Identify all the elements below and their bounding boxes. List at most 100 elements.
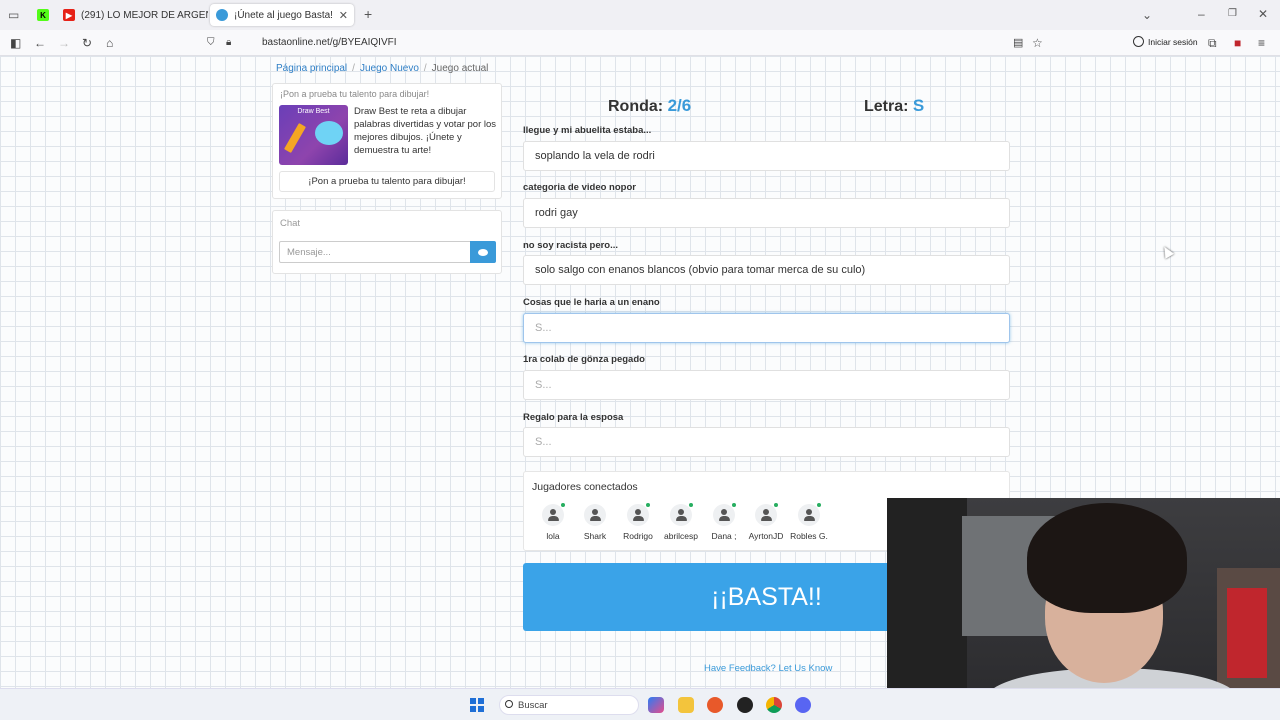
online-dot (561, 503, 565, 507)
player-item[interactable]: Shark (574, 504, 616, 541)
webcam-background (887, 498, 967, 720)
answer-input[interactable]: S... (523, 427, 1010, 457)
reader-view-icon[interactable]: ▤ (1013, 36, 1023, 50)
url-bar[interactable]: bastaonline.net/g/BYEAIQIVFI (262, 37, 397, 48)
player-item[interactable]: abrilcesp (660, 503, 702, 541)
youtube-icon: ▶ (63, 9, 75, 21)
chat-bubble-icon (478, 248, 488, 256)
letter-label: Letra: (864, 98, 909, 115)
signin-label: Iniciar sesión (1148, 36, 1198, 47)
player-name: Rodrigo (623, 531, 653, 541)
online-dot (689, 503, 693, 507)
answer-input[interactable]: rodri gay (523, 198, 1010, 228)
user-icon (584, 504, 606, 526)
tab-label: (291) LO MEJOR DE ARGENTINA (81, 9, 208, 21)
extensions-icon[interactable]: ⧉ (1208, 36, 1217, 50)
player-item[interactable]: Rodrigo (617, 503, 659, 541)
close-window-icon[interactable]: ✕ (1258, 8, 1268, 20)
player-name: Robles G. (790, 531, 828, 541)
letter-value: S (912, 96, 925, 115)
basta-icon (216, 9, 228, 21)
feedback-link[interactable]: Have Feedback? Let Us Know (704, 663, 832, 674)
reload-icon[interactable]: ↻ (82, 36, 92, 50)
answer-input[interactable]: soplando la vela de rodri (523, 141, 1010, 171)
lock-icon[interactable]: 🔒︎ (226, 36, 231, 50)
taskbar-search[interactable]: Buscar (499, 695, 639, 715)
online-dot (646, 503, 650, 507)
maximize-icon[interactable]: ❐ (1228, 8, 1237, 20)
tab-basta[interactable]: ¡Únete al juego Basta! ✕ (210, 4, 354, 26)
player-item[interactable]: Dana ; (703, 503, 745, 541)
list-tabs-icon[interactable]: ⌄ (1142, 9, 1152, 21)
user-icon (713, 503, 736, 526)
bookmark-star-icon[interactable]: ☆ (1032, 36, 1043, 50)
user-icon (670, 503, 693, 526)
shield-icon[interactable]: ⛉ (207, 36, 215, 50)
chat-panel: Chat Mensaje... (272, 210, 502, 274)
answer-input[interactable]: S... (523, 370, 1010, 400)
player-name: Shark (583, 531, 607, 541)
player-name: abrilcesp (663, 531, 699, 541)
draw-best-image[interactable]: Draw Best (279, 105, 348, 165)
sidebar-icon[interactable]: ◧ (10, 36, 21, 50)
account-icon (1133, 36, 1144, 47)
player-name: lola (546, 531, 560, 541)
tab-kick[interactable]: K (37, 4, 53, 26)
players-title: Jugadores conectados (532, 481, 638, 493)
category-label: Cosas que le haria a un enano (523, 297, 660, 308)
player-item[interactable]: Robles G. (788, 503, 830, 541)
user-icon (627, 503, 650, 526)
breadcrumb-home[interactable]: Página principal (276, 63, 347, 74)
category-label: no soy racista pero... (523, 240, 619, 251)
home-icon[interactable]: ⌂ (106, 36, 113, 50)
new-tab-button[interactable]: + (364, 7, 372, 21)
close-tab-icon[interactable]: ✕ (339, 9, 348, 22)
webcam-red-jersey (1227, 588, 1267, 678)
kick-icon: K (37, 9, 49, 21)
copilot-icon[interactable] (648, 697, 664, 713)
player-item[interactable]: AyrtonJD (745, 503, 787, 541)
answer-input[interactable]: solo salgo con enanos blancos (obvio par… (523, 255, 1010, 285)
answer-input[interactable]: S... (523, 313, 1010, 343)
obs-icon[interactable] (737, 697, 753, 713)
category-label: 1ra colab de gönza pegado (523, 354, 645, 365)
tab-youtube[interactable]: ▶ (291) LO MEJOR DE ARGENTINA (63, 4, 208, 26)
taskbar-search-label: Buscar (518, 700, 548, 711)
breadcrumb-new-game[interactable]: Juego Nuevo (360, 63, 419, 74)
promo-heading: ¡Pon a prueba tu talento para dibujar! (280, 89, 430, 99)
file-explorer-icon[interactable] (678, 697, 694, 713)
browser-nav-bar: ◧ ← → ↻ ⌂ ⛉ 🔒︎ bastaonline.net/g/BYEAIQI… (0, 30, 1280, 56)
browser-tab-bar: ▭ K ▶ (291) LO MEJOR DE ARGENTINA ¡Únete… (0, 0, 1280, 30)
discord-icon[interactable] (795, 697, 811, 713)
round-label: Ronda: (608, 98, 664, 115)
category-label: Regalo para la esposa (523, 412, 624, 423)
webcam-overlay (887, 498, 1280, 720)
tab-overview-icon[interactable]: ▭ (8, 9, 19, 21)
chat-message-input[interactable]: Mensaje... (279, 241, 471, 263)
search-icon (505, 700, 513, 708)
forward-icon[interactable]: → (58, 36, 70, 50)
minimize-icon[interactable]: – (1198, 8, 1205, 20)
signin-button[interactable]: Iniciar sesión (1133, 36, 1198, 47)
promo-button[interactable]: ¡Pon a prueba tu talento para dibujar! (279, 171, 495, 192)
player-name: AyrtonJD (748, 531, 784, 541)
chat-title: Chat (280, 218, 301, 229)
breadcrumb: Página principal / Juego Nuevo / Juego actua… (276, 63, 489, 74)
firefox-icon[interactable] (707, 697, 723, 713)
back-icon[interactable]: ← (34, 36, 46, 50)
windows-taskbar: Buscar (0, 688, 1280, 720)
promo-image-title: Draw Best (297, 108, 330, 115)
category-label: llegue y mi abuelita estaba... (523, 125, 652, 136)
breadcrumb-current: Juego actual (431, 63, 489, 74)
tab-label: ¡Únete al juego Basta! (234, 9, 333, 21)
chat-send-button[interactable] (470, 241, 496, 263)
promo-text: Draw Best te reta a dibujar palabras div… (354, 106, 497, 156)
mouse-cursor-icon (1159, 244, 1175, 259)
extension-badge-icon[interactable]: ■ (1234, 36, 1241, 50)
round-indicator: Ronda: 2/6 (608, 96, 691, 116)
menu-icon[interactable]: ≡ (1258, 36, 1265, 50)
windows-start-icon[interactable] (470, 698, 484, 712)
player-item[interactable]: lola (532, 503, 574, 541)
cloud-shape (315, 121, 343, 145)
chrome-icon[interactable] (766, 697, 782, 713)
